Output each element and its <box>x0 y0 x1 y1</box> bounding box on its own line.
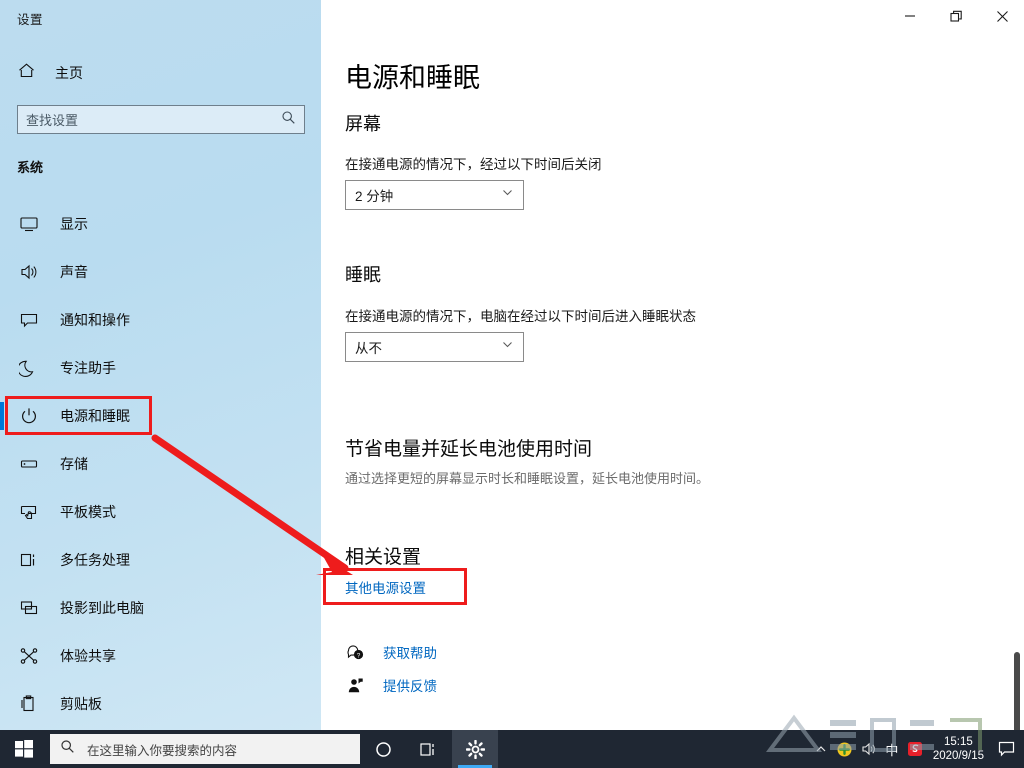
task-view-button[interactable] <box>406 730 452 768</box>
battery-section-description: 通过选择更短的屏幕显示时长和睡眠设置，延长电池使用时间。 <box>345 468 709 487</box>
sidebar-item-focus-assist[interactable]: 专注助手 <box>0 344 321 392</box>
taskbar: 在这里输入你要搜索的内容 中 15:15 <box>0 730 1024 768</box>
moon-icon <box>17 356 41 380</box>
search-input[interactable]: 查找设置 <box>17 105 305 134</box>
storage-icon <box>17 452 41 476</box>
start-button[interactable] <box>0 730 48 768</box>
get-help-row[interactable]: ? 获取帮助 <box>345 642 437 662</box>
clipboard-icon <box>17 692 41 716</box>
sidebar-item-label: 体验共享 <box>60 646 116 666</box>
sidebar-item-notifications[interactable]: 通知和操作 <box>0 296 321 344</box>
main-scrollbar[interactable] <box>1010 32 1024 730</box>
page-title: 电源和睡眠 <box>345 56 480 95</box>
security-shield-icon[interactable] <box>833 730 857 768</box>
sidebar-item-storage[interactable]: 存储 <box>0 440 321 488</box>
sleep-section-description: 在接通电源的情况下，电脑在经过以下时间后进入睡眠状态 <box>345 305 696 325</box>
give-feedback-row[interactable]: 提供反馈 <box>345 675 437 695</box>
other-power-settings-link[interactable]: 其他电源设置 <box>345 577 426 597</box>
sidebar-item-label: 声音 <box>60 262 88 282</box>
sidebar-item-label: 剪贴板 <box>60 694 102 714</box>
search-icon <box>281 110 296 130</box>
window-title: 设置 <box>17 9 43 28</box>
sleep-section-heading: 睡眠 <box>345 261 381 287</box>
chevron-down-icon <box>501 186 514 204</box>
search-placeholder: 查找设置 <box>26 110 281 129</box>
sidebar-item-label: 通知和操作 <box>60 310 130 330</box>
sidebar-item-multitasking[interactable]: 多任务处理 <box>0 536 321 584</box>
close-button[interactable] <box>979 0 1024 32</box>
scrollbar-thumb[interactable] <box>1014 652 1020 737</box>
taskbar-search-placeholder: 在这里输入你要搜索的内容 <box>87 740 237 759</box>
screen-timeout-value: 2 分钟 <box>355 185 501 205</box>
sidebar-item-label: 多任务处理 <box>60 550 130 570</box>
minimize-button[interactable] <box>887 0 933 32</box>
sidebar-item-home[interactable]: 主页 <box>10 58 310 88</box>
help-icon: ? <box>345 642 365 662</box>
share-icon <box>17 644 41 668</box>
sidebar-item-shared-experiences[interactable]: 体验共享 <box>0 632 321 680</box>
notification-icon <box>17 308 41 332</box>
tablet-icon <box>17 500 41 524</box>
give-feedback-label: 提供反馈 <box>383 675 437 695</box>
taskbar-search-input[interactable]: 在这里输入你要搜索的内容 <box>50 734 360 764</box>
cortana-button[interactable] <box>360 730 406 768</box>
sidebar-item-label: 专注助手 <box>60 358 116 378</box>
sidebar-item-sound[interactable]: 声音 <box>0 248 321 296</box>
settings-window: 设置 主页 查找设置 系统 显示 <box>0 0 1024 768</box>
sidebar-item-power-and-sleep[interactable]: 电源和睡眠 <box>0 392 321 440</box>
sidebar-item-clipboard[interactable]: 剪贴板 <box>0 680 321 728</box>
settings-taskbar-button[interactable] <box>452 730 498 768</box>
battery-section-heading: 节省电量并延长电池使用时间 <box>345 434 592 461</box>
sidebar-home-label: 主页 <box>55 63 83 83</box>
main-content: 电源和睡眠 屏幕 在接通电源的情况下，经过以下时间后关闭 2 分钟 睡眠 在接通… <box>321 32 1024 730</box>
action-center-icon[interactable] <box>994 730 1018 768</box>
project-icon <box>17 596 41 620</box>
sidebar-item-label: 显示 <box>60 214 88 234</box>
screen-section-description: 在接通电源的情况下，经过以下时间后关闭 <box>345 153 602 173</box>
get-help-label: 获取帮助 <box>383 642 437 662</box>
related-settings-heading: 相关设置 <box>345 542 421 569</box>
sogou-input-icon[interactable] <box>903 730 927 768</box>
feedback-icon <box>345 675 365 695</box>
sidebar-item-label: 电源和睡眠 <box>60 406 130 426</box>
screen-section-heading: 屏幕 <box>345 110 381 136</box>
title-bar <box>321 0 1024 32</box>
clock-time: 15:15 <box>944 735 973 749</box>
sidebar-item-projecting[interactable]: 投影到此电脑 <box>0 584 321 632</box>
restore-button[interactable] <box>933 0 979 32</box>
chevron-down-icon <box>501 338 514 356</box>
multitask-icon <box>17 548 41 572</box>
ime-indicator[interactable]: 中 <box>881 730 903 768</box>
taskbar-clock[interactable]: 15:15 2020/9/15 <box>933 735 984 764</box>
sidebar-nav: 显示 声音 通知和操作 专注助手 <box>0 200 321 728</box>
sleep-timeout-value: 从不 <box>355 337 501 357</box>
volume-icon[interactable] <box>857 730 881 768</box>
clock-date: 2020/9/15 <box>933 749 984 763</box>
sidebar-item-label: 投影到此电脑 <box>60 598 144 618</box>
screen-timeout-dropdown[interactable]: 2 分钟 <box>345 180 524 210</box>
power-icon <box>17 404 41 428</box>
sound-icon <box>17 260 41 284</box>
chevron-up-icon[interactable] <box>809 730 833 768</box>
sidebar: 设置 主页 查找设置 系统 显示 <box>0 0 321 730</box>
sidebar-item-tablet-mode[interactable]: 平板模式 <box>0 488 321 536</box>
sidebar-item-label: 平板模式 <box>60 502 116 522</box>
sidebar-item-label: 存储 <box>60 454 88 474</box>
system-tray: 中 15:15 2020/9/15 <box>809 730 1024 768</box>
svg-text:?: ? <box>356 652 360 659</box>
search-icon <box>60 739 75 759</box>
sidebar-item-display[interactable]: 显示 <box>0 200 321 248</box>
home-icon <box>17 61 36 85</box>
sidebar-group-label: 系统 <box>17 157 43 176</box>
sleep-timeout-dropdown[interactable]: 从不 <box>345 332 524 362</box>
display-icon <box>17 212 41 236</box>
